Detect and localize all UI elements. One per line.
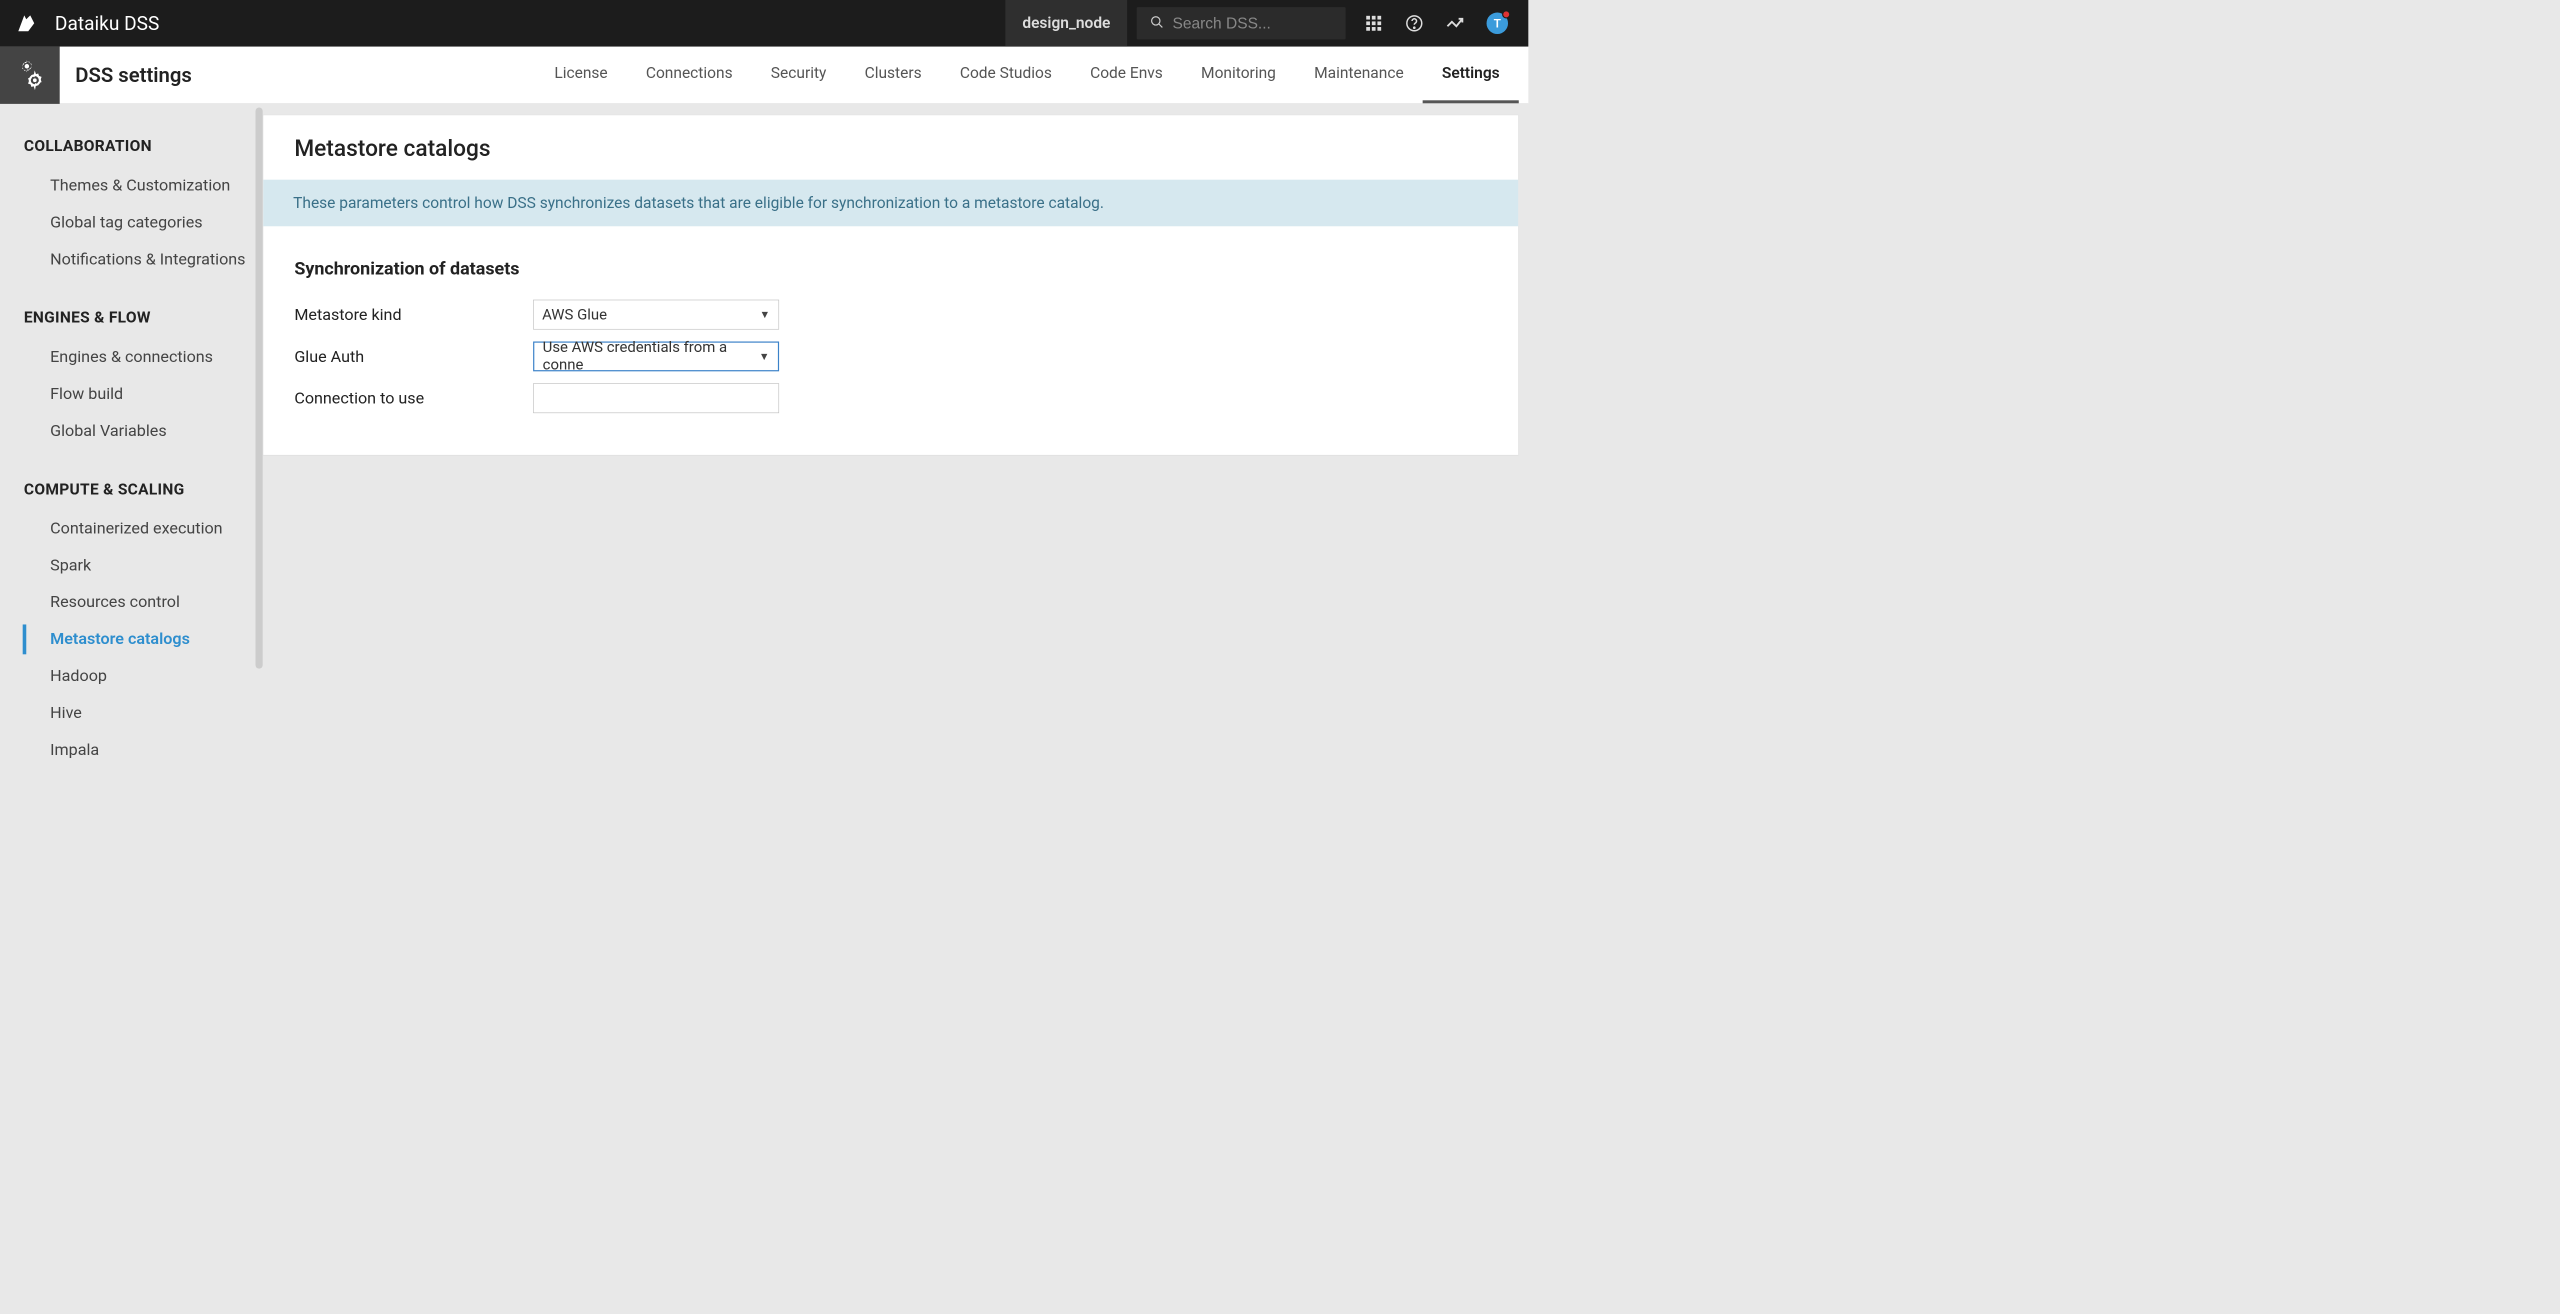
tab-settings[interactable]: Settings (1423, 47, 1519, 104)
dataiku-logo-icon[interactable] (14, 11, 38, 35)
chevron-down-icon: ▼ (759, 308, 770, 321)
sidebar-item-hadoop[interactable]: Hadoop (0, 658, 263, 695)
help-icon[interactable] (1405, 14, 1423, 32)
activity-icon[interactable] (1446, 14, 1464, 32)
sidebar-item-global-tag-categories[interactable]: Global tag categories (0, 204, 263, 241)
tab-maintenance[interactable]: Maintenance (1295, 47, 1423, 104)
main: COLLABORATIONThemes & CustomizationGloba… (0, 104, 1528, 785)
tab-code-studios[interactable]: Code Studios (941, 47, 1071, 104)
page-title: DSS settings (60, 63, 192, 87)
row-metastore-kind: Metastore kind AWS Glue ▼ (263, 294, 1518, 336)
tab-clusters[interactable]: Clusters (846, 47, 941, 104)
sidebar-scrollbar[interactable] (256, 107, 263, 668)
side-header: COMPUTE & SCALING (0, 471, 263, 510)
label-glue-auth: Glue Auth (294, 347, 533, 366)
user-avatar[interactable]: T (1487, 13, 1508, 34)
sidebar-item-impala[interactable]: Impala (0, 732, 263, 769)
sidebar-item-resources-control[interactable]: Resources control (0, 584, 263, 621)
tab-monitoring[interactable]: Monitoring (1182, 47, 1295, 104)
sidebar-item-hive[interactable]: Hive (0, 695, 263, 732)
tab-security[interactable]: Security (752, 47, 846, 104)
sidebar-item-themes-customization[interactable]: Themes & Customization (0, 167, 263, 204)
side-header: ENGINES & FLOW (0, 299, 263, 338)
secondbar: DSS settings LicenseConnectionsSecurityC… (0, 47, 1528, 104)
sidebar-item-metastore-catalogs[interactable]: Metastore catalogs (0, 621, 263, 658)
select-metastore-kind[interactable]: AWS Glue ▼ (533, 300, 779, 330)
sidebar-item-flow-build[interactable]: Flow build (0, 376, 263, 413)
tab-code-envs[interactable]: Code Envs (1071, 47, 1182, 104)
section-title: Synchronization of datasets (263, 226, 1518, 293)
notification-dot-icon (1502, 10, 1510, 18)
sidebar-item-notifications-integrations[interactable]: Notifications & Integrations (0, 241, 263, 278)
topbar: Dataiku DSS design_node T (0, 0, 1528, 47)
tab-connections[interactable]: Connections (627, 47, 752, 104)
panel-title: Metastore catalogs (263, 115, 1518, 179)
row-glue-auth: Glue Auth Use AWS credentials from a con… (263, 336, 1518, 378)
sidebar-item-containerized-execution[interactable]: Containerized execution (0, 510, 263, 547)
chevron-down-icon: ▼ (759, 350, 770, 363)
label-connection: Connection to use (294, 389, 533, 408)
settings-gears-icon[interactable] (0, 46, 60, 103)
settings-panel: Metastore catalogs These parameters cont… (263, 115, 1519, 456)
tab-license[interactable]: License (535, 47, 627, 104)
select-value: Use AWS credentials from a conne (543, 339, 770, 374)
app-title: Dataiku DSS (55, 12, 159, 35)
label-metastore-kind: Metastore kind (294, 305, 533, 324)
info-banner: These parameters control how DSS synchro… (263, 180, 1518, 227)
search-input[interactable] (1173, 14, 1333, 33)
input-connection[interactable] (533, 383, 779, 413)
sidebar-item-global-variables[interactable]: Global Variables (0, 413, 263, 450)
side-header: COLLABORATION (0, 128, 263, 167)
sidebar: COLLABORATIONThemes & CustomizationGloba… (0, 104, 263, 785)
settings-tabs: LicenseConnectionsSecurityClustersCode S… (535, 47, 1528, 104)
node-label[interactable]: design_node (1006, 0, 1128, 47)
select-glue-auth[interactable]: Use AWS credentials from a conne ▼ (533, 341, 779, 371)
sidebar-item-spark[interactable]: Spark (0, 547, 263, 584)
sidebar-item-engines-connections[interactable]: Engines & connections (0, 339, 263, 376)
content: Metastore catalogs These parameters cont… (263, 104, 1529, 785)
apps-grid-icon[interactable] (1365, 14, 1383, 32)
row-connection: Connection to use (263, 377, 1518, 419)
search-box[interactable] (1137, 7, 1346, 39)
avatar-initial: T (1494, 16, 1501, 30)
search-icon (1150, 15, 1164, 32)
select-value: AWS Glue (542, 306, 607, 323)
